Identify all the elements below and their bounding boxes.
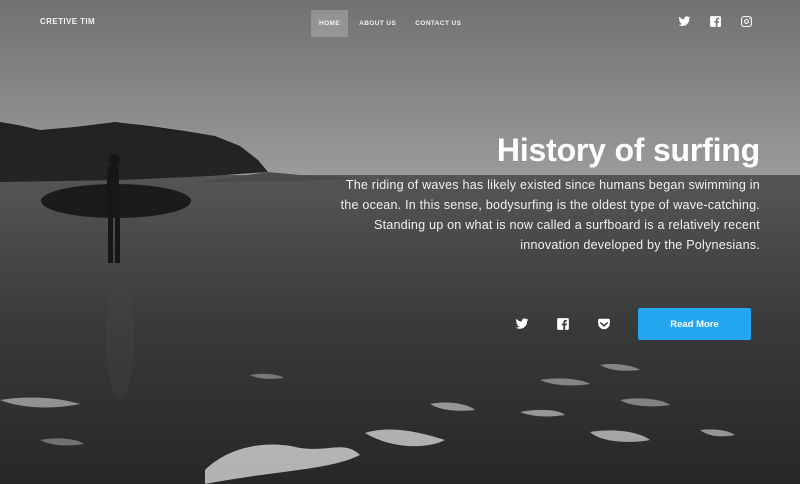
nav-menu: HOME ABOUT US CONTACT US: [311, 10, 472, 37]
instagram-icon[interactable]: [740, 15, 753, 28]
facebook-icon[interactable]: [556, 317, 570, 331]
twitter-icon[interactable]: [678, 15, 691, 28]
twitter-icon[interactable]: [515, 317, 529, 331]
hero-title: History of surfing: [496, 132, 760, 168]
read-more-button[interactable]: Read More: [638, 308, 751, 340]
hero-description: The riding of waves has likely existed s…: [340, 178, 760, 252]
nav-item-home[interactable]: HOME: [311, 10, 349, 37]
pocket-icon[interactable]: [597, 317, 611, 331]
navbar: CRETIVE TIM HOME ABOUT US CONTACT US: [0, 0, 800, 46]
facebook-icon[interactable]: [709, 15, 722, 28]
hero-content: History of surfing The riding of waves h…: [340, 132, 761, 255]
hero-actions: Read More: [515, 308, 751, 340]
nav-item-about-us[interactable]: ABOUT US: [351, 10, 404, 37]
brand-logo[interactable]: CRETIVE TIM: [40, 17, 95, 26]
nav-item-contact-us[interactable]: CONTACT US: [407, 10, 469, 37]
nav-social-links: [678, 15, 753, 28]
